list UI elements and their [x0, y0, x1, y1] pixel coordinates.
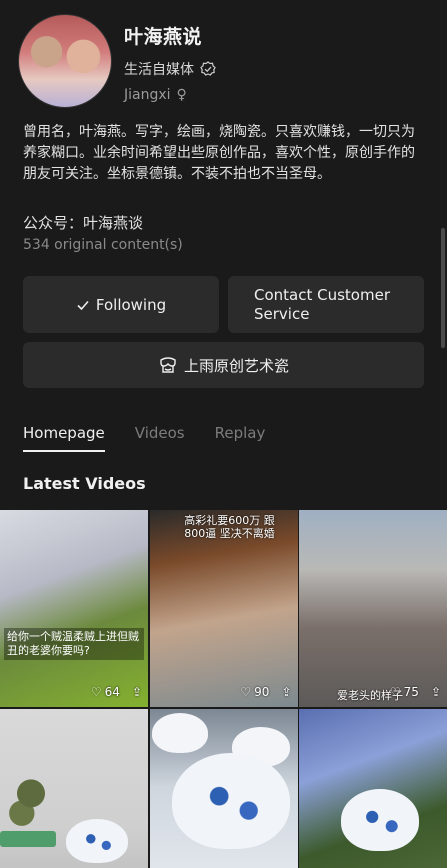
- like-count: 64: [104, 685, 120, 699]
- video-tile[interactable]: [0, 709, 148, 868]
- video-tile[interactable]: 给你一个贼温柔贼上进但贼丑的老婆你要吗? ♡ 64 ⇪: [0, 510, 148, 707]
- female-icon: ♀: [176, 87, 187, 103]
- tab-homepage[interactable]: Homepage: [23, 424, 105, 452]
- like-count: 90: [254, 685, 270, 699]
- profile-tag: 生活自媒体: [124, 59, 216, 79]
- like-count: 75: [403, 685, 419, 699]
- video-tile[interactable]: [299, 709, 447, 868]
- video-meta: ♡ 90 ⇪: [240, 685, 291, 699]
- profile-tabs: Homepage Videos Replay: [23, 424, 295, 452]
- profile-tag-label: 生活自媒体: [124, 62, 194, 78]
- heart-icon: ♡: [240, 685, 252, 699]
- location-label: Jiangxi: [124, 87, 171, 103]
- profile-info: 叶海燕说 生活自媒体 Jiangxi ♀: [124, 22, 216, 108]
- wechat-account: 公众号：叶海燕谈: [23, 214, 144, 232]
- verified-icon: [200, 61, 216, 76]
- teacup-image: [66, 819, 128, 863]
- content-count: 534 original content(s): [23, 237, 183, 253]
- video-meta: ♡ 75 ⇪: [390, 685, 441, 699]
- teacup-image: [171, 753, 290, 849]
- following-label: Following: [95, 295, 167, 314]
- shop-icon: [158, 355, 178, 375]
- video-meta: ♡ 64 ⇪: [91, 685, 142, 699]
- video-caption: 高彩礼要600万 跟800逼 坚决不离婚: [184, 514, 275, 540]
- tab-replay[interactable]: Replay: [215, 424, 266, 452]
- bonsai-image: [8, 767, 54, 833]
- repost-icon: ⇪: [281, 685, 292, 699]
- video-caption: 给你一个贼温柔贼上进但贼丑的老婆你要吗?: [4, 628, 144, 660]
- avatar[interactable]: [18, 14, 112, 108]
- profile-header: 叶海燕说 生活自媒体 Jiangxi ♀: [18, 14, 216, 108]
- contact-service-button[interactable]: Contact Customer Service: [228, 276, 424, 333]
- teacup-image: [151, 713, 208, 753]
- heart-icon: ♡: [90, 685, 102, 699]
- check-icon: [76, 298, 90, 312]
- profile-location: Jiangxi ♀: [124, 87, 216, 103]
- teapot-image: [341, 789, 419, 851]
- shop-button[interactable]: 上雨原创艺术瓷: [23, 342, 424, 388]
- profile-name: 叶海燕说: [124, 26, 203, 48]
- video-grid: 给你一个贼温柔贼上进但贼丑的老婆你要吗? ♡ 64 ⇪ 高彩礼要600万 跟80…: [0, 510, 447, 868]
- video-tile[interactable]: 爱老头的样子 ♡ 75 ⇪: [299, 510, 447, 707]
- tray-image: [0, 831, 56, 847]
- scrollbar[interactable]: [441, 228, 445, 348]
- video-tile[interactable]: [149, 709, 298, 868]
- shop-label: 上雨原创艺术瓷: [183, 356, 289, 375]
- contact-service-label: Contact Customer Service: [254, 285, 390, 323]
- repost-icon: ⇪: [131, 685, 142, 699]
- video-tile[interactable]: 高彩礼要600万 跟800逼 坚决不离婚 ♡ 90 ⇪: [149, 510, 298, 707]
- tab-videos[interactable]: Videos: [135, 424, 185, 452]
- profile-bio: 曾用名，叶海燕。写字，绘画，烧陶瓷。只喜欢赚钱，一切只为养家糊口。业余时间希望出…: [23, 124, 415, 182]
- repost-icon: ⇪: [430, 685, 441, 699]
- latest-videos-title: Latest Videos: [23, 474, 146, 493]
- heart-icon: ♡: [389, 685, 401, 699]
- following-button[interactable]: Following: [23, 276, 219, 333]
